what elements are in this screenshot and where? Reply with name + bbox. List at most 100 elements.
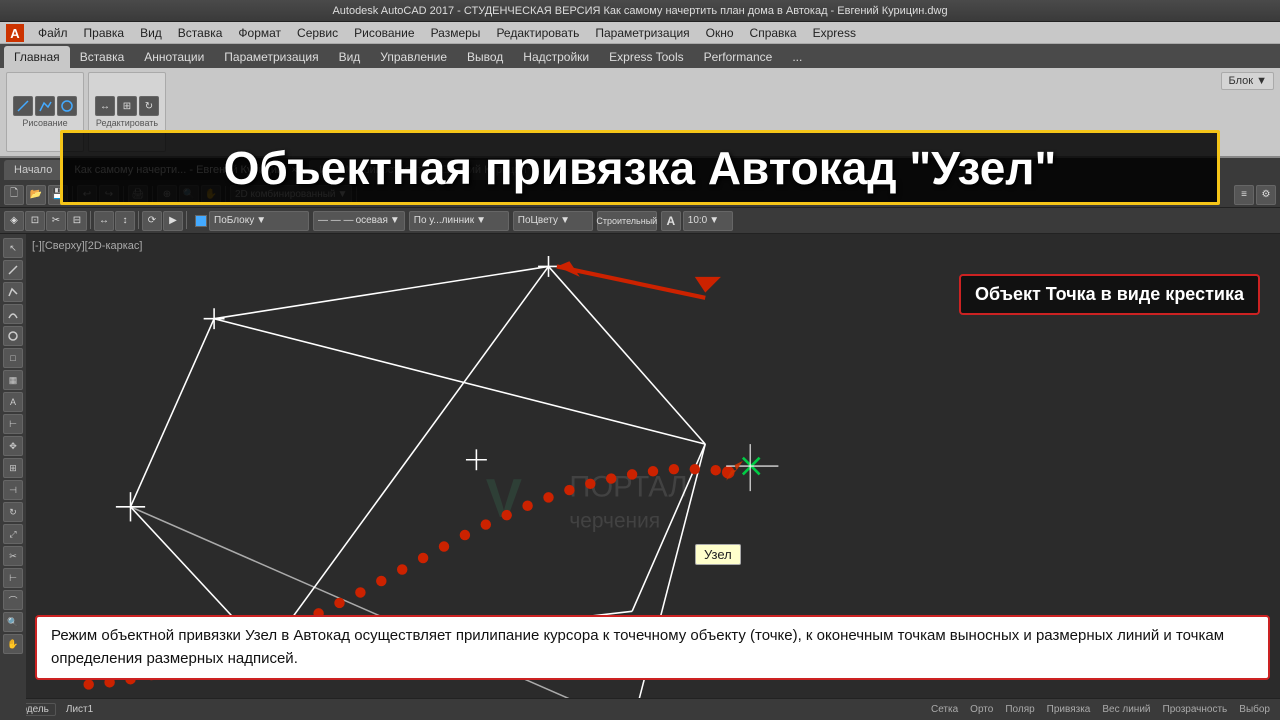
lt-move[interactable]: ✥ — [3, 436, 23, 456]
lt-copy[interactable]: ⊞ — [3, 458, 23, 478]
rotate-tool[interactable]: ↻ — [139, 96, 159, 116]
tb2-annotate[interactable]: Строительный — [597, 211, 657, 231]
lt-fillet[interactable]: ⌒ — [3, 590, 23, 610]
lt-rect[interactable]: □ — [3, 348, 23, 368]
menu-item-размеры[interactable]: Размеры — [423, 22, 489, 44]
lt-select[interactable]: ↖ — [3, 238, 23, 258]
doc-tab[interactable]: Начало — [4, 160, 62, 180]
layout-tab[interactable]: Лист1 — [60, 704, 99, 715]
ribbon-tab-главная[interactable]: Главная — [4, 46, 70, 68]
plotstyle-dropdown[interactable]: ПоЦвету▼ — [513, 211, 593, 231]
ribbon-tabs: ГлавнаяВставкаАннотацииПараметризацияВид… — [0, 44, 1280, 68]
menu-item-сервис[interactable]: Сервис — [289, 22, 346, 44]
snap-tooltip-text: Узел — [704, 547, 732, 562]
sep6 — [90, 211, 91, 229]
polar-btn[interactable]: Поляр — [1001, 704, 1038, 715]
ortho-btn[interactable]: Орто — [966, 704, 997, 715]
tb2-A-btn[interactable]: A — [661, 211, 681, 231]
left-toolbar: ↖ □ ▦ A ⊢ ✥ ⊞ ⊣ ↻ ⤢ ✂ ⊢ ⌒ 🔍 — [0, 234, 26, 720]
grid-btn[interactable]: Сетка — [927, 704, 962, 715]
menu-item-окно[interactable]: Окно — [698, 22, 742, 44]
svg-text:V: V — [486, 468, 522, 529]
big-title-overlay: Объектная привязка Автокад "Узел" — [60, 130, 1220, 205]
polyline-tool[interactable] — [35, 96, 55, 116]
lt-text[interactable]: A — [3, 392, 23, 412]
lineweight-btn[interactable]: Вес линий — [1098, 704, 1154, 715]
lt-pan[interactable]: ✋ — [3, 634, 23, 654]
linetype-dropdown[interactable]: — — — осевая▼ — [313, 211, 405, 231]
menu-item-вид[interactable]: Вид — [132, 22, 170, 44]
tb2-btn6[interactable]: ↕ — [115, 211, 135, 231]
menu-item-справка[interactable]: Справка — [742, 22, 805, 44]
ribbon-tab-вставка[interactable]: Вставка — [70, 46, 135, 68]
snap-btn[interactable]: Привязка — [1043, 704, 1095, 715]
lt-trim[interactable]: ✂ — [3, 546, 23, 566]
open-file-btn[interactable]: 📂 — [26, 185, 46, 205]
tb2-btn8[interactable]: ▶ — [163, 211, 183, 231]
svg-text:черчения: черчения — [569, 510, 660, 533]
copy-tool[interactable]: ⊞ — [117, 96, 137, 116]
tb2-btn1[interactable]: ◈ — [4, 211, 24, 231]
view-label: [-][Сверху][2D-каркас] — [26, 234, 148, 254]
menu-item-правка[interactable]: Правка — [76, 22, 133, 44]
titlebar-text: Autodesk AutoCAD 2017 - СТУДЕНЧЕСКАЯ ВЕР… — [332, 5, 947, 17]
ribbon-tab-надстройки[interactable]: Надстройки — [513, 46, 599, 68]
lt-hatch[interactable]: ▦ — [3, 370, 23, 390]
sep7 — [138, 211, 139, 229]
menu-item-параметризация[interactable]: Параметризация — [587, 22, 697, 44]
menu-item-вставка[interactable]: Вставка — [170, 22, 231, 44]
lt-dim[interactable]: ⊢ — [3, 414, 23, 434]
ribbon-tab-вывод[interactable]: Вывод — [457, 46, 513, 68]
ribbon-tab-параметризация[interactable]: Параметризация — [214, 46, 328, 68]
annotation-box: Объект Точка в виде крестика — [959, 274, 1260, 315]
lt-extend[interactable]: ⊢ — [3, 568, 23, 588]
circle-tool[interactable] — [57, 96, 77, 116]
menu-item-формат[interactable]: Формат — [230, 22, 289, 44]
snap-tooltip: Узел — [695, 544, 741, 565]
menu-item-редактировать[interactable]: Редактировать — [488, 22, 587, 44]
toolbar-row2: ◈ ⊡ ✂ ⊟ ↔ ↕ ⟳ ▶ ПоБлоку▼ — — — осевая▼ — [0, 208, 1280, 234]
select-btn[interactable]: Выбор — [1235, 704, 1274, 715]
ribbon-tab-вид[interactable]: Вид — [329, 46, 371, 68]
ribbon-tab-управление[interactable]: Управление — [370, 46, 457, 68]
annotation-text: Объект Точка в виде крестика — [975, 284, 1244, 304]
sep8 — [186, 211, 187, 229]
new-file-btn[interactable]: 🗋 — [4, 185, 24, 205]
menu-item-рисование[interactable]: Рисование — [346, 22, 422, 44]
ribbon-tab-аннотации[interactable]: Аннотации — [134, 46, 214, 68]
lt-rotate[interactable]: ↻ — [3, 502, 23, 522]
tb2-btn2[interactable]: ⊡ — [25, 211, 45, 231]
lt-line[interactable] — [3, 260, 23, 280]
line-tool[interactable] — [13, 96, 33, 116]
tb2-btn7[interactable]: ⟳ — [142, 211, 162, 231]
bottom-description-box: Режим объектной привязки Узел в Автокад … — [35, 615, 1270, 680]
lt-circle[interactable] — [3, 326, 23, 346]
menu-item-файл[interactable]: Файл — [30, 22, 76, 44]
lt-poly[interactable] — [3, 282, 23, 302]
workspace-btn[interactable]: ≡ — [1234, 185, 1254, 205]
ribbon-tab-performance[interactable]: Performance — [694, 46, 783, 68]
settings-btn[interactable]: ⚙ — [1256, 185, 1276, 205]
svg-text:A: A — [10, 26, 20, 41]
tb2-btn4[interactable]: ⊟ — [67, 211, 87, 231]
menu-bar-items: ФайлПравкаВидВставкаФорматСервисРисовани… — [30, 22, 864, 44]
statusbar: Модель Лист1 Сетка Орто Поляр Привязка В… — [0, 698, 1280, 720]
lt-zoom[interactable]: 🔍 — [3, 612, 23, 632]
ribbon-tab-...[interactable]: ... — [782, 46, 812, 68]
lineweight-dropdown[interactable]: По у...линник▼ — [409, 211, 509, 231]
block-dropdown[interactable]: Блок ▼ — [1221, 72, 1274, 90]
bottom-description-text: Режим объектной привязки Узел в Автокад … — [51, 627, 1224, 667]
transparency-btn[interactable]: Прозрачность — [1159, 704, 1232, 715]
tb2-btn5[interactable]: ↔ — [94, 211, 114, 231]
lt-arc[interactable] — [3, 304, 23, 324]
lt-mirror[interactable]: ⊣ — [3, 480, 23, 500]
ribbon-tab-express-tools[interactable]: Express Tools — [599, 46, 693, 68]
menu-item-express[interactable]: Express — [805, 22, 864, 44]
scale-dropdown[interactable]: 10:0▼ — [683, 211, 733, 231]
tb2-btn3[interactable]: ✂ — [46, 211, 66, 231]
lt-scale2[interactable]: ⤢ — [3, 524, 23, 544]
app-icon[interactable]: A — [4, 23, 26, 43]
layer-dropdown[interactable]: ПоБлоку▼ — [209, 211, 309, 231]
titlebar: Autodesk AutoCAD 2017 - СТУДЕНЧЕСКАЯ ВЕР… — [0, 0, 1280, 22]
move-tool[interactable]: ↔ — [95, 96, 115, 116]
